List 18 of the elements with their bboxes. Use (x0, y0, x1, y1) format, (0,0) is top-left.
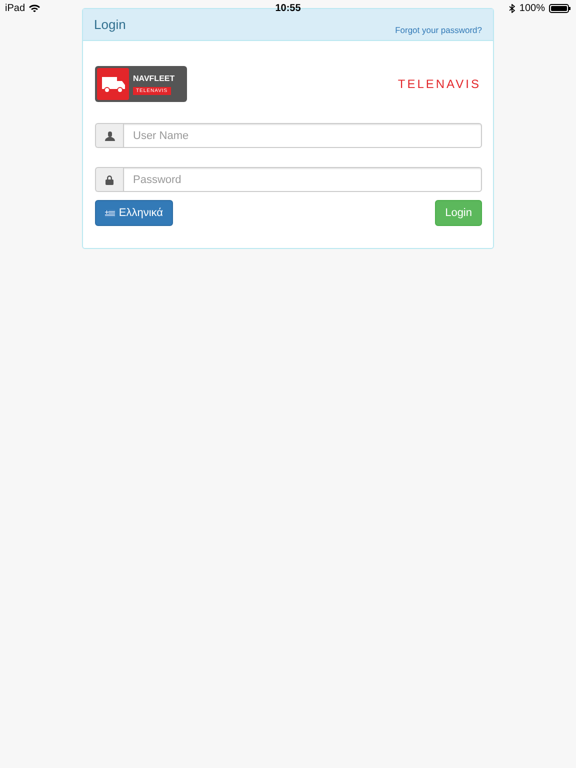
user-icon (104, 130, 114, 140)
battery-percent: 100% (519, 2, 545, 14)
panel-title: Login (94, 17, 126, 32)
username-field[interactable]: User Name (123, 123, 482, 148)
password-field[interactable]: Password (123, 167, 482, 192)
lock-icon (105, 174, 114, 184)
logo-name: NAVFLEET (133, 74, 175, 82)
bluetooth-icon (509, 4, 516, 12)
clock: 10:55 (275, 2, 301, 14)
truck-icon (100, 74, 126, 94)
flag-icon (105, 208, 115, 218)
device-name: iPad (5, 2, 26, 14)
language-button[interactable]: Ελληνικά (95, 200, 173, 226)
wifi-icon (29, 4, 40, 12)
battery-icon (548, 4, 571, 12)
brand-logo: TELENAVIS (398, 77, 481, 91)
login-button[interactable]: Login (435, 200, 482, 226)
forgot-password-link[interactable]: Forgot your password? (395, 25, 482, 40)
